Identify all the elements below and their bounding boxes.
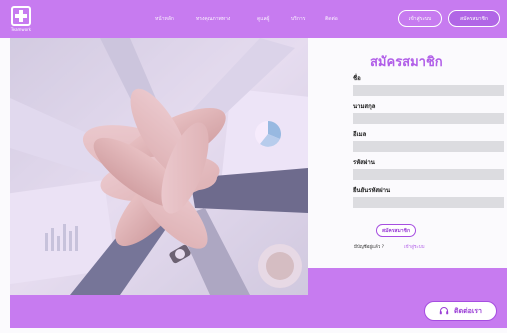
nav-link-contact[interactable]: ติดต่อ [325,15,338,23]
headset-icon [439,307,449,315]
contact-button[interactable]: ติดต่อเรา [424,301,497,321]
logo-icon [11,6,31,26]
brand-logo[interactable]: Teamwork [8,4,34,34]
password-label: รหัสผ่าน [353,159,375,166]
nav-link-care[interactable]: ดูแลผู้ [257,15,269,23]
register-nav-button[interactable]: สมัครสมาชิก [448,10,500,27]
form-title: สมัครสมาชิก [370,55,443,70]
email-label: อีเมล [353,131,367,138]
register-submit-button[interactable]: สมัครสมาชิก [376,224,416,237]
stacked-hands-illustration [10,38,308,295]
last-name-field[interactable] [353,113,504,124]
logo-text: Teamwork [10,27,32,32]
register-page: Teamwork หน้าหลัก ทรงคุณภาพทาง ดูแลผู้ บ… [0,0,507,333]
nav-link-services[interactable]: บริการ [291,15,305,23]
nav-link-home[interactable]: หน้าหลัก [155,15,174,23]
accent-band [308,268,507,295]
email-field[interactable] [353,141,504,152]
login-link[interactable]: เข้าสู่ระบบ [404,243,424,250]
first-name-label: ชื่อ [353,75,361,82]
login-button[interactable]: เข้าสู่ระบบ [398,10,442,27]
confirm-password-label: ยืนยันรหัสผ่าน [353,187,391,194]
register-form: สมัครสมาชิก ชื่อ นามสกุล อีเมล รหัสผ่าน … [340,38,507,268]
have-account-text: มีบัญชีอยู่แล้ว ? [354,245,385,250]
contact-label: ติดต่อเรา [454,306,482,315]
nav-link-quality[interactable]: ทรงคุณภาพทาง [196,15,230,23]
confirm-password-field[interactable] [353,197,504,208]
password-field[interactable] [353,169,504,180]
last-name-label: นามสกุล [353,103,376,110]
hero-image [10,38,308,295]
first-name-field[interactable] [353,85,504,96]
top-navbar: Teamwork หน้าหลัก ทรงคุณภาพทาง ดูแลผู้ บ… [0,0,507,38]
